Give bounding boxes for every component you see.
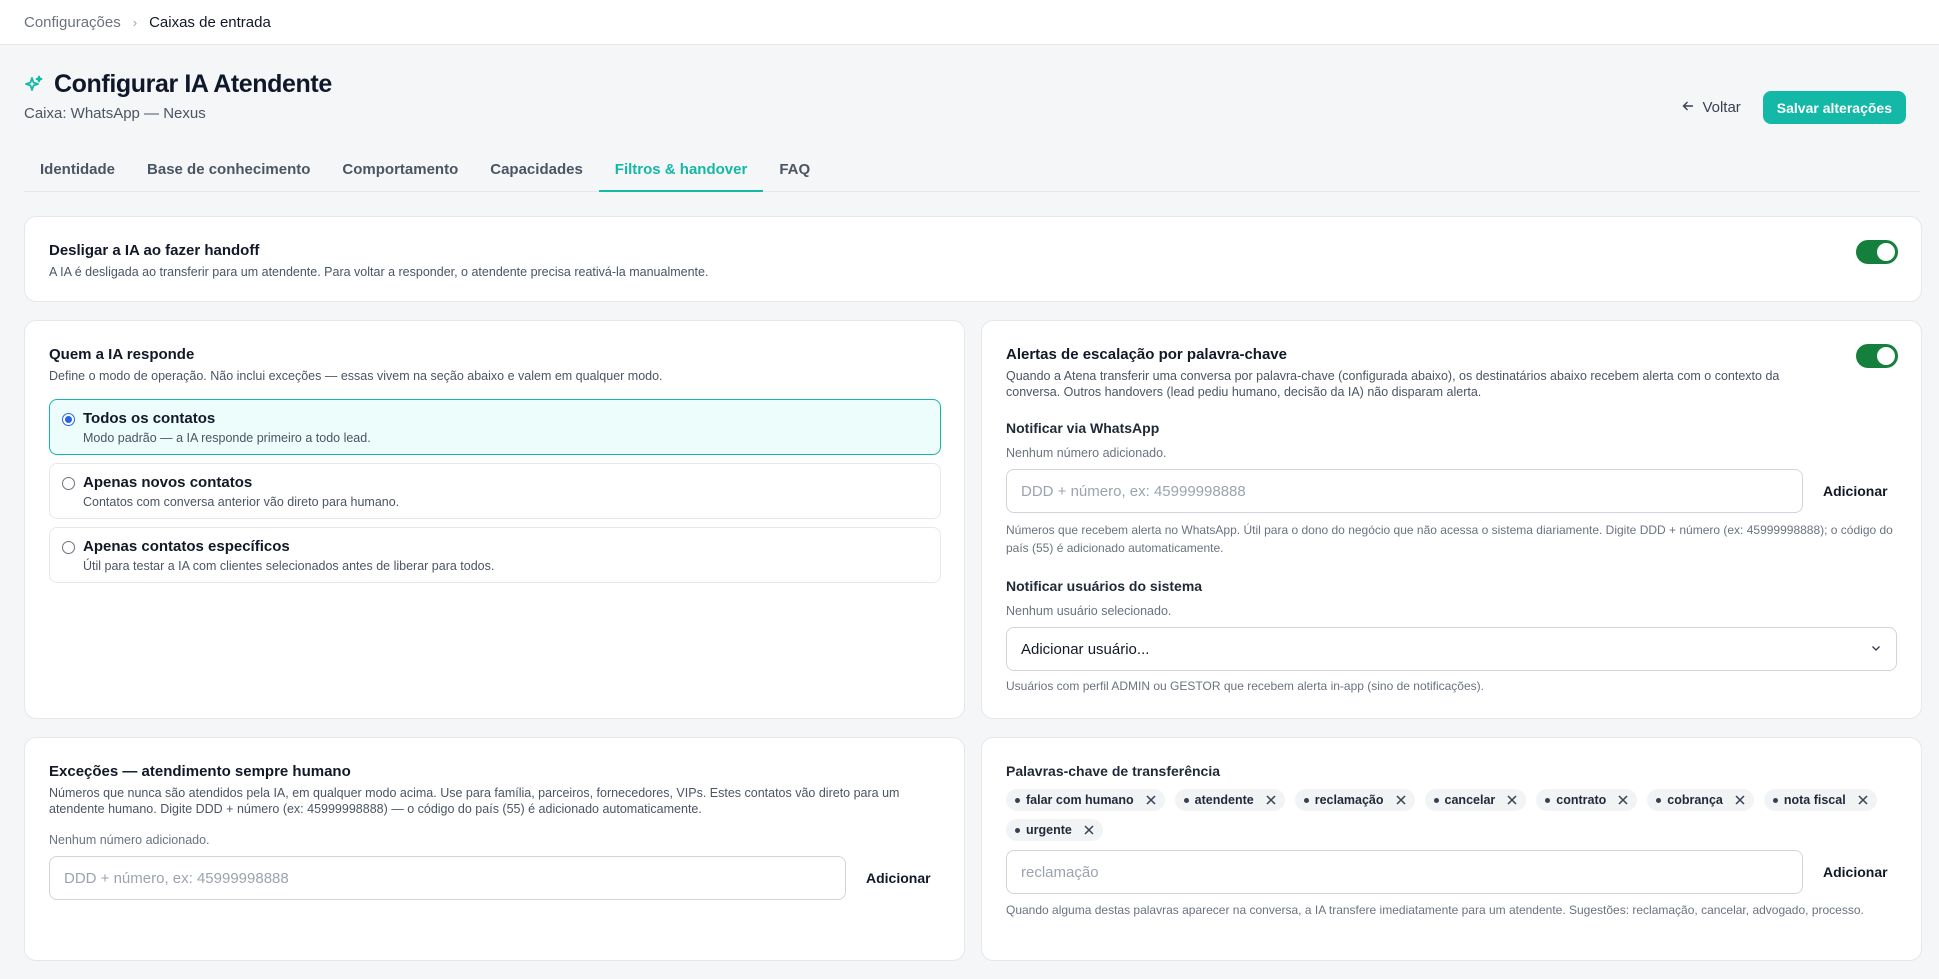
page-title: Configurar IA Atendente — [54, 70, 332, 98]
tab-identidade[interactable]: Identidade — [24, 152, 131, 192]
keyword-chip-label: contrato — [1556, 793, 1607, 807]
responds-card: Quem a IA responde Define o modo de oper… — [24, 320, 965, 719]
whatsapp-add-button[interactable]: Adicionar — [1823, 483, 1888, 499]
chevron-down-icon — [1870, 641, 1882, 658]
keyword-chip: cobrança — [1647, 789, 1754, 811]
handoff-title: Desligar a IA ao fazer handoff — [49, 242, 260, 259]
keyword-chip: contrato — [1536, 789, 1638, 811]
breadcrumb-current: Caixas de entrada — [149, 13, 271, 31]
page-header: Configurar IA Atendente Caixa: WhatsApp … — [24, 70, 1924, 130]
close-icon[interactable] — [1733, 793, 1747, 807]
keyword-chip-label: atendente — [1194, 793, 1254, 807]
add-user-select-value: Adicionar usuário... — [1021, 640, 1150, 658]
close-icon[interactable] — [1505, 793, 1519, 807]
option-todos-contatos[interactable]: Todos os contatos Modo padrão — a IA res… — [49, 399, 941, 455]
page-subtitle: Caixa: WhatsApp — Nexus — [24, 105, 206, 122]
add-user-select[interactable]: Adicionar usuário... — [1006, 627, 1897, 671]
back-button[interactable]: Voltar — [1682, 99, 1741, 116]
keyword-input[interactable] — [1006, 850, 1803, 894]
users-label: Notificar usuários do sistema — [1006, 578, 1203, 594]
option-title: Todos os contatos — [83, 410, 216, 427]
close-icon[interactable] — [1264, 793, 1278, 807]
radio-apenas-novos[interactable] — [62, 477, 75, 490]
exceptions-title: Exceções — atendimento sempre humano — [49, 763, 351, 780]
radio-todos-contatos[interactable] — [62, 413, 75, 426]
handoff-desc: A IA é desligada ao transferir para um a… — [49, 265, 709, 279]
exceptions-add-button[interactable]: Adicionar — [866, 870, 931, 886]
keyword-chip-label: cobrança — [1667, 793, 1723, 807]
exceptions-empty: Nenhum número adicionado. — [49, 833, 210, 847]
close-icon[interactable] — [1082, 823, 1096, 837]
responds-desc: Define o modo de operação. Não inclui ex… — [49, 369, 663, 383]
keyword-chip-label: cancelar — [1444, 793, 1496, 807]
keyword-chip: atendente — [1174, 789, 1285, 811]
back-button-label: Voltar — [1702, 99, 1741, 116]
keyword-chip-label: nota fiscal — [1783, 793, 1846, 807]
alerts-desc: Quando a Atena transferir uma conversa p… — [1006, 369, 1780, 399]
tab-bar: Identidade Base de conhecimento Comporta… — [24, 152, 1920, 192]
breadcrumb: Configurações › Caixas de entrada — [0, 0, 1939, 45]
keyword-chip: cancelar — [1424, 789, 1527, 811]
keywords-card: Palavras-chave de transferência falar co… — [981, 737, 1922, 961]
exceptions-card: Exceções — atendimento sempre humano Núm… — [24, 737, 965, 961]
whatsapp-hint: Números que recebem alerta no WhatsApp. … — [1006, 523, 1893, 555]
keyword-chip: falar com humano — [1006, 789, 1165, 811]
tab-base-de-conhecimento[interactable]: Base de conhecimento — [131, 152, 326, 192]
close-icon[interactable] — [1856, 793, 1870, 807]
tab-filtros-handover[interactable]: Filtros & handover — [598, 152, 764, 192]
users-hint: Usuários com perfil ADMIN ou GESTOR que … — [1006, 679, 1484, 693]
sparkles-icon — [24, 75, 44, 95]
save-button[interactable]: Salvar alterações — [1762, 91, 1906, 124]
keywords-title: Palavras-chave de transferência — [1006, 763, 1221, 779]
alerts-toggle[interactable] — [1856, 344, 1898, 368]
keyword-chip: nota fiscal — [1763, 789, 1877, 811]
option-title: Apenas contatos específicos — [83, 538, 290, 555]
handoff-toggle[interactable] — [1856, 240, 1898, 264]
radio-apenas-especificos[interactable] — [62, 541, 75, 554]
keyword-chip-label: reclamação — [1314, 793, 1384, 807]
option-apenas-especificos[interactable]: Apenas contatos específicos Útil para te… — [49, 527, 941, 583]
keywords-hint: Quando alguma destas palavras aparecer n… — [1006, 903, 1864, 917]
exceptions-number-input[interactable] — [49, 856, 846, 900]
option-title: Apenas novos contatos — [83, 474, 253, 491]
users-empty: Nenhum usuário selecionado. — [1006, 604, 1172, 618]
alerts-card: Alertas de escalação por palavra-chave Q… — [981, 320, 1922, 719]
tab-capacidades[interactable]: Capacidades — [474, 152, 599, 192]
close-icon[interactable] — [1144, 793, 1158, 807]
whatsapp-empty: Nenhum número adicionado. — [1006, 446, 1167, 460]
whatsapp-number-input[interactable] — [1006, 469, 1803, 513]
handoff-card: Desligar a IA ao fazer handoff A IA é de… — [24, 216, 1922, 302]
tab-comportamento[interactable]: Comportamento — [326, 152, 474, 192]
alerts-title: Alertas de escalação por palavra-chave — [1006, 346, 1287, 363]
keyword-chips: falar com humano atendente reclamação ca… — [1006, 789, 1896, 841]
option-desc: Modo padrão — a IA responde primeiro a t… — [83, 431, 371, 445]
keyword-chip-label: falar com humano — [1026, 793, 1134, 807]
exceptions-desc: Números que nunca são atendidos pela IA,… — [49, 786, 900, 816]
keyword-chip-label: urgente — [1026, 823, 1072, 837]
option-apenas-novos[interactable]: Apenas novos contatos Contatos com conve… — [49, 463, 941, 519]
responds-title: Quem a IA responde — [49, 346, 195, 363]
breadcrumb-root[interactable]: Configurações — [24, 14, 121, 31]
keyword-chip: reclamação — [1294, 789, 1415, 811]
option-desc: Contatos com conversa anterior vão diret… — [83, 495, 400, 509]
breadcrumb-separator: › — [132, 14, 138, 30]
tab-faq[interactable]: FAQ — [763, 152, 826, 192]
arrow-left-icon — [1682, 99, 1694, 116]
keyword-chip: urgente — [1006, 819, 1103, 841]
close-icon[interactable] — [1394, 793, 1408, 807]
whatsapp-label: Notificar via WhatsApp — [1006, 420, 1160, 436]
keyword-add-button[interactable]: Adicionar — [1823, 864, 1888, 880]
option-desc: Útil para testar a IA com clientes selec… — [83, 559, 495, 573]
close-icon[interactable] — [1616, 793, 1630, 807]
